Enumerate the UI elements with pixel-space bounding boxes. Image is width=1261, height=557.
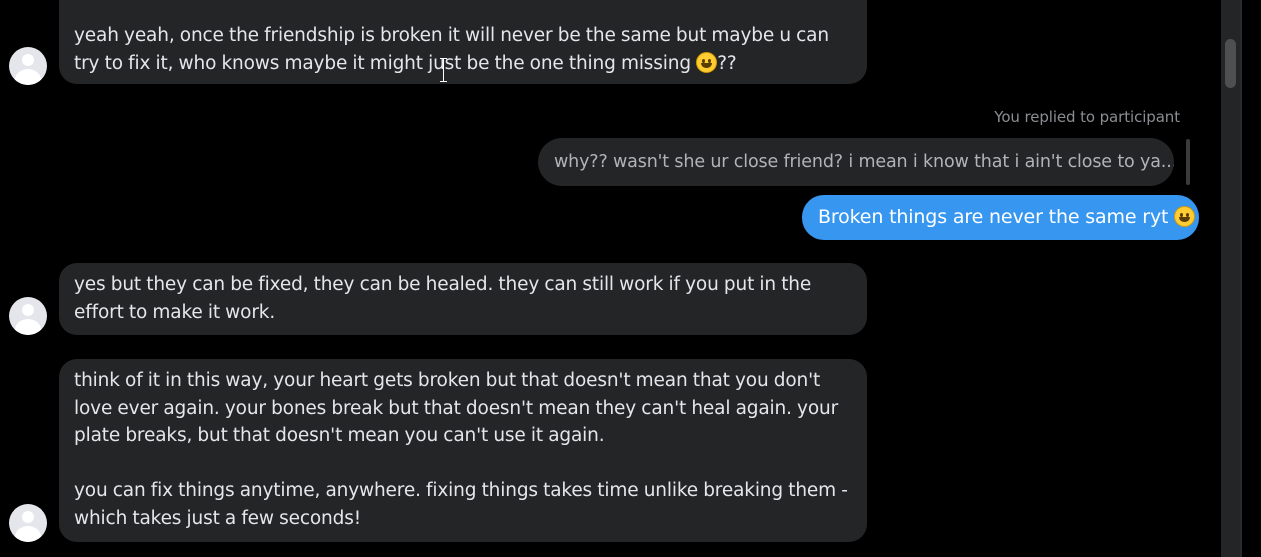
smiling-face-emoji-icon [696,51,718,73]
incoming-message[interactable]: yeah yeah, once the friendship is broken… [59,0,867,84]
reply-label: You replied to participant [994,108,1180,126]
message-line: think of it in this way, your heart gets… [74,370,821,391]
message-line: love ever again. your bones break but th… [74,397,839,419]
text-cursor-icon [440,57,447,83]
message-line: you can fix things anytime, anywhere. fi… [74,480,848,501]
message-line: which takes just a few seconds! [74,507,361,529]
scrollbar-thumb[interactable] [1225,39,1236,88]
chat-thread: yeah yeah, once the friendship is broken… [0,0,1221,557]
message-text: Broken things are never the same ryt [818,206,1175,228]
message-text-suffix: ?? [717,52,737,74]
participant-avatar[interactable] [9,297,47,335]
smiling-face-emoji-icon [1174,206,1196,227]
message-line: yes but they can be fixed, they can be h… [74,274,812,295]
message-line: effort to make it work. [74,301,276,323]
message-line: yeah yeah, once the friendship is broken… [74,25,829,46]
participant-avatar[interactable] [9,47,47,85]
message-line: try to fix it, who knows maybe it might … [74,50,852,78]
participant-avatar[interactable] [9,504,47,542]
message-line: plate breaks, but that doesn't mean you … [74,425,605,446]
outgoing-message[interactable]: Broken things are never the same ryt [802,195,1199,240]
incoming-message[interactable]: yes but they can be fixed, they can be h… [59,263,867,335]
reply-indicator-bar [1186,139,1190,185]
incoming-message[interactable]: think of it in this way, your heart gets… [59,359,867,542]
scrollbar-track[interactable] [1221,0,1240,557]
message-text: try to fix it, who knows maybe it might … [74,52,697,74]
replied-message-preview[interactable]: why?? wasn't she ur close friend? i mean… [538,138,1174,186]
side-panel [1242,0,1261,557]
